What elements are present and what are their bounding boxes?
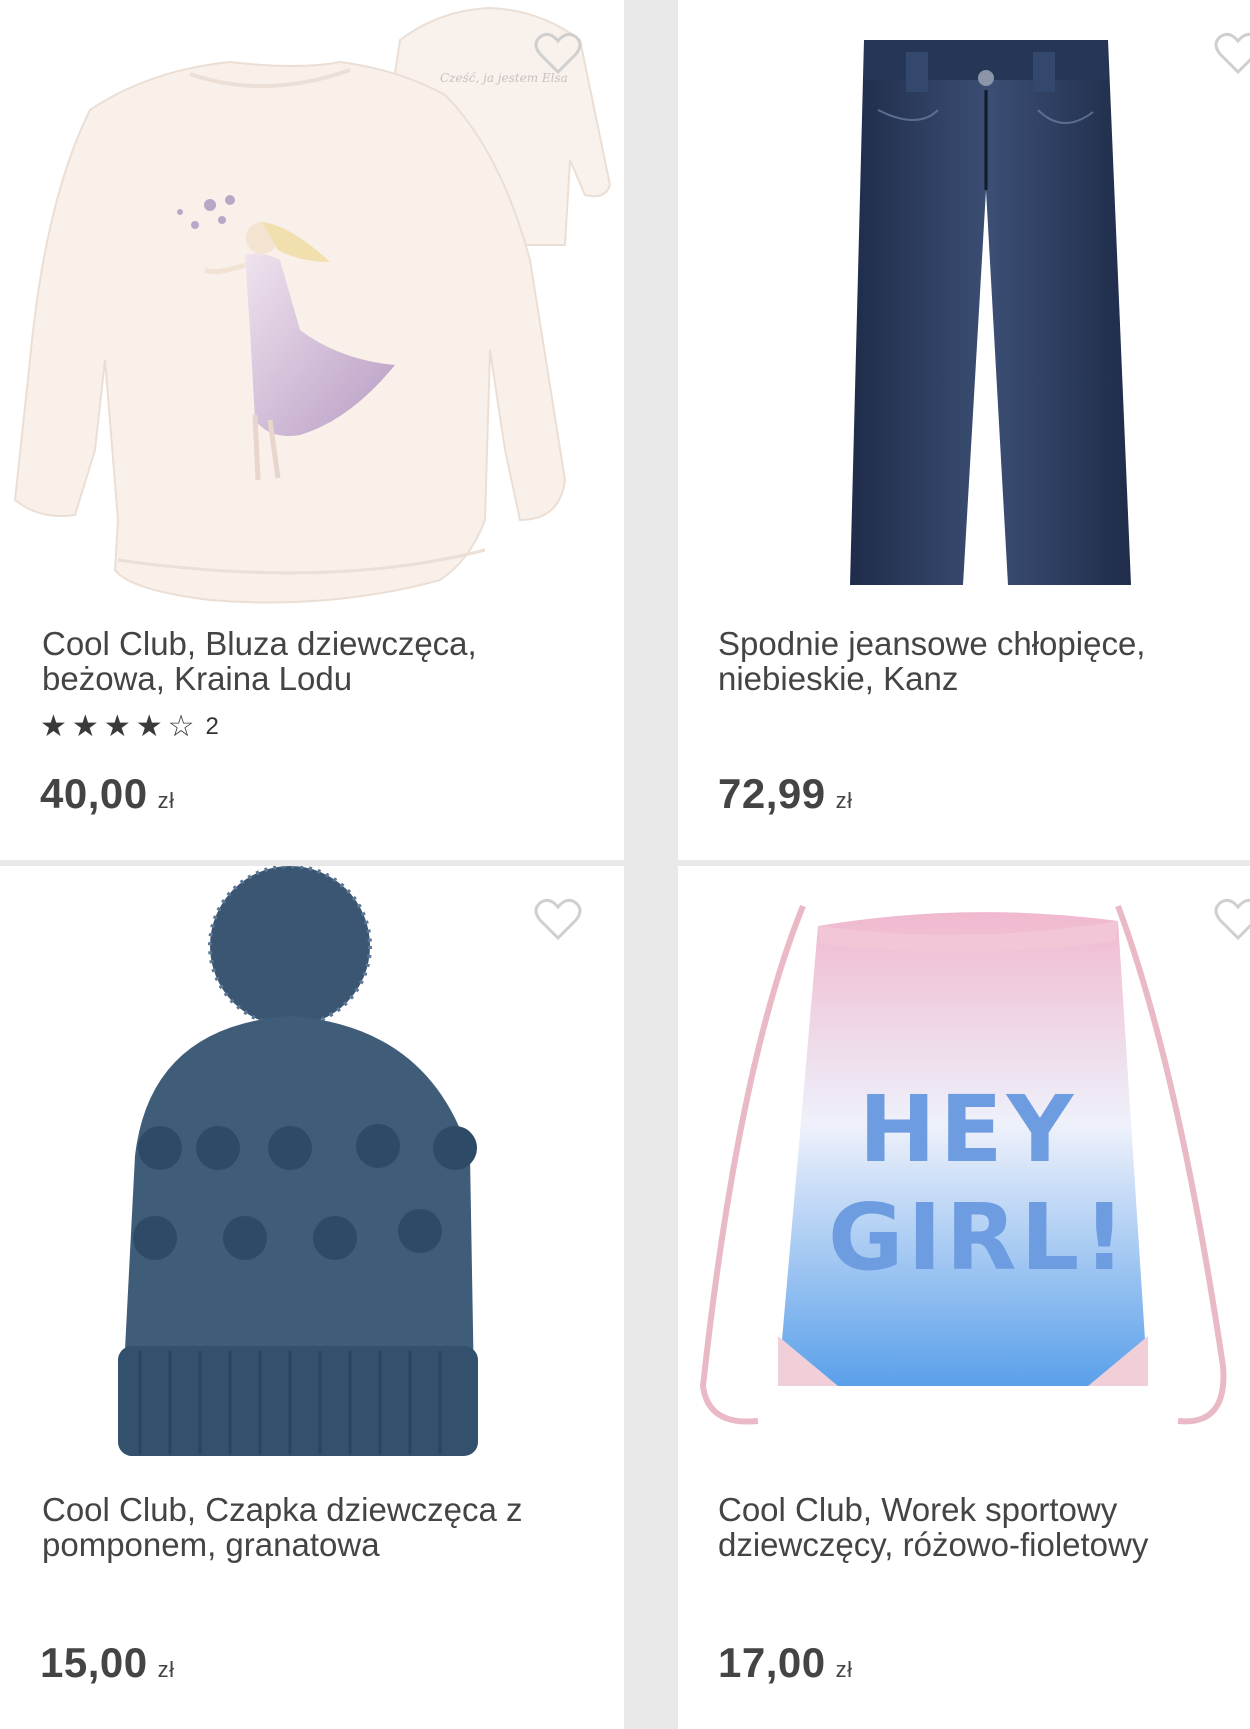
star-filled-icon: ★: [103, 710, 131, 743]
product-price: 40,00 zł: [40, 770, 175, 818]
product-title-line: Cool Club, Czapka dziewczęca z: [42, 1491, 523, 1528]
favorite-heart-icon[interactable]: [532, 30, 584, 76]
product-title[interactable]: Cool Club, Worek sportowy dziewczęcy, ró…: [718, 1492, 1238, 1562]
price-currency: zł: [835, 788, 853, 813]
rating-count: 2: [205, 713, 219, 740]
favorite-heart-icon[interactable]: [1212, 30, 1250, 76]
price-value: 72,99: [718, 770, 826, 817]
product-card[interactable]: Spodnie jeansowe chłopięce, niebieskie, …: [678, 0, 1250, 860]
price-currency: zł: [157, 1657, 175, 1682]
price-value: 40,00: [40, 770, 148, 817]
product-title[interactable]: Cool Club, Czapka dziewczęca z pomponem,…: [42, 1492, 562, 1562]
product-title-line: pomponem, granatowa: [42, 1526, 380, 1563]
product-price: 72,99 zł: [718, 770, 853, 818]
star-outline-icon: ☆: [167, 710, 195, 743]
favorite-heart-icon[interactable]: [1212, 896, 1250, 942]
product-title-line: dziewczęcy, różowo-fioletowy: [718, 1526, 1149, 1563]
product-title-line: Spodnie jeansowe chłopięce,: [718, 625, 1146, 662]
favorite-heart-icon[interactable]: [532, 896, 584, 942]
product-image[interactable]: [0, 866, 624, 1486]
product-title-line: Cool Club, Bluza dziewczęca,: [42, 625, 477, 662]
bag-print-line: GIRL!: [828, 1184, 1130, 1291]
product-title[interactable]: Cool Club, Bluza dziewczęca, beżowa, Kra…: [42, 626, 562, 696]
product-title-line: beżowa, Kraina Lodu: [42, 660, 353, 697]
product-card[interactable]: Cześć, ja jestem Elsa Cool Club, Bluza d…: [0, 0, 624, 860]
price-value: 17,00: [718, 1639, 826, 1686]
product-image[interactable]: HEY GIRL!: [678, 866, 1250, 1486]
product-title[interactable]: Spodnie jeansowe chłopięce, niebieskie, …: [718, 626, 1238, 696]
bag-print-text: HEY GIRL!: [828, 1076, 1130, 1292]
price-currency: zł: [157, 788, 175, 813]
product-title-line: Cool Club, Worek sportowy: [718, 1491, 1118, 1528]
price-value: 15,00: [40, 1639, 148, 1686]
product-image[interactable]: Cześć, ja jestem Elsa: [0, 0, 624, 620]
bag-print-line: HEY: [858, 1076, 1078, 1183]
product-card[interactable]: Cool Club, Czapka dziewczęca z pomponem,…: [0, 866, 624, 1729]
price-currency: zł: [835, 1657, 853, 1682]
product-rating: ★ ★ ★ ★ ☆ 2: [40, 712, 219, 742]
product-price: 17,00 zł: [718, 1639, 853, 1687]
product-card[interactable]: HEY GIRL! Cool Club, Worek sportowy dzie…: [678, 866, 1250, 1729]
product-title-line: niebieskie, Kanz: [718, 660, 959, 697]
product-image[interactable]: [678, 0, 1250, 620]
star-filled-icon: ★: [71, 710, 99, 743]
star-filled-icon: ★: [40, 710, 67, 743]
product-price: 15,00 zł: [40, 1639, 175, 1687]
star-filled-icon: ★: [135, 710, 163, 743]
